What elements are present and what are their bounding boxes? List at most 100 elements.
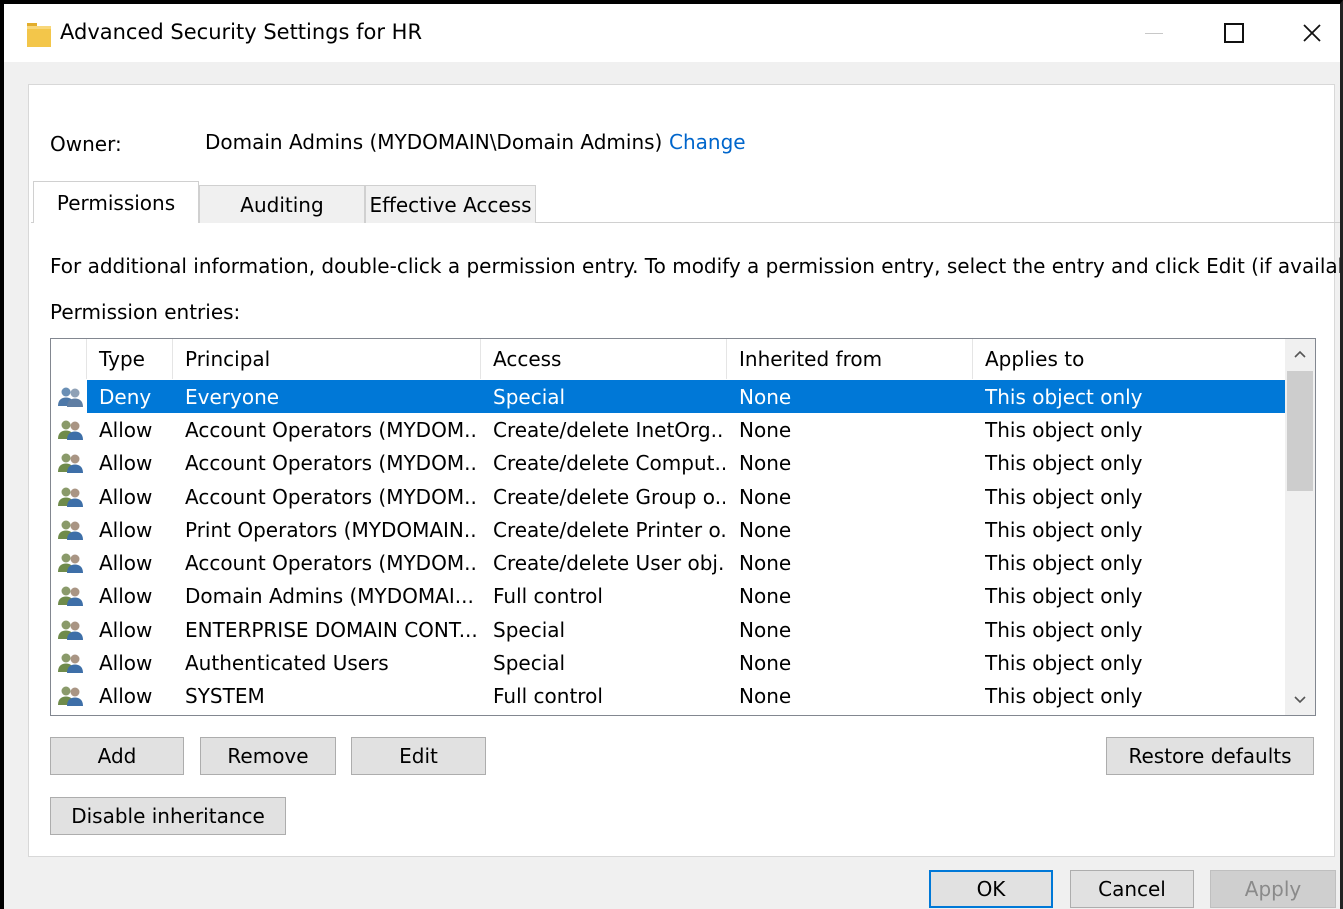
entry-access: Create/delete Comput... [493,451,725,476]
table-row[interactable]: Allow Domain Admins (MYDOMAI... Full con… [51,580,1285,613]
table-row[interactable]: Allow SYSTEM Full control None This obje… [51,680,1285,713]
entry-applies-to: This object only [985,617,1143,642]
ok-button[interactable]: OK [929,870,1053,908]
entry-type: Allow [99,451,153,476]
disable-inheritance-button[interactable]: Disable inheritance [50,797,286,835]
users-group-icon [57,513,87,546]
users-group-icon [57,480,87,513]
entry-principal: Account Operators (MYDOM... [185,484,477,509]
entry-principal: Authenticated Users [185,651,389,676]
users-group-icon [57,613,87,646]
entry-access: Full control [493,584,603,609]
entry-type: Allow [99,584,153,609]
entry-type: Allow [99,484,153,509]
close-button[interactable] [1272,4,1340,62]
restore-defaults-button[interactable]: Restore defaults [1106,737,1314,775]
users-group-icon [57,447,87,480]
title-bar[interactable]: Advanced Security Settings for HR [4,4,1340,62]
chevron-down-icon [1294,696,1306,704]
entry-principal: Everyone [185,384,280,409]
entry-principal: SYSTEM [185,684,265,709]
entry-applies-to: This object only [985,384,1143,409]
entry-applies-to: This object only [985,651,1143,676]
add-button[interactable]: Add [50,737,184,775]
remove-button[interactable]: Remove [200,737,336,775]
entry-type: Deny [99,384,152,409]
entry-type: Allow [99,684,153,709]
column-header-access[interactable]: Access [481,339,727,379]
entry-principal: Domain Admins (MYDOMAI... [185,584,474,609]
column-header-type[interactable]: Type [87,339,173,379]
owner-value: Domain Admins (MYDOMAIN\Domain Admins) [205,130,663,154]
change-owner-link[interactable]: Change [669,130,746,154]
maximize-icon [1224,23,1244,43]
tab-auditing[interactable]: Auditing [199,185,365,223]
apply-button[interactable]: Apply [1210,870,1336,908]
vertical-scrollbar[interactable] [1285,339,1315,715]
column-header-inherited-from[interactable]: Inherited from [727,339,973,379]
column-header-applies-to[interactable]: Applies to [973,339,1285,379]
entry-access: Special [493,617,566,642]
entry-principal: ENTERPRISE DOMAIN CONT... [185,617,477,642]
entry-applies-to: This object only [985,684,1143,709]
entry-inherited-from: None [739,451,792,476]
owner-label: Owner: [50,132,122,156]
users-group-icon [57,646,87,679]
tab-permissions[interactable]: Permissions [33,181,199,223]
users-group-icon [57,380,87,413]
table-row[interactable]: Allow Account Operators (MYDOM... Create… [51,447,1285,480]
edit-button[interactable]: Edit [351,737,486,775]
entry-applies-to: This object only [985,551,1143,576]
entry-inherited-from: None [739,584,792,609]
entry-inherited-from: None [739,517,792,542]
entry-applies-to: This object only [985,584,1143,609]
entry-type: Allow [99,417,153,442]
entry-access: Create/delete InetOrg... [493,417,725,442]
entry-applies-to: This object only [985,484,1143,509]
list-header: Type Principal Access Inherited from App… [51,339,1285,379]
cancel-button[interactable]: Cancel [1070,870,1194,908]
scroll-thumb[interactable] [1287,371,1313,491]
column-header-principal[interactable]: Principal [173,339,481,379]
entry-inherited-from: None [739,417,792,442]
entry-inherited-from: None [739,484,792,509]
entry-type: Allow [99,617,153,642]
users-group-icon [57,680,87,713]
table-row[interactable]: Allow Account Operators (MYDOM... Create… [51,413,1285,446]
entry-inherited-from: None [739,551,792,576]
entry-type: Allow [99,517,153,542]
entry-principal: Account Operators (MYDOM... [185,551,477,576]
entry-access: Special [493,384,566,409]
table-row[interactable]: Allow ENTERPRISE DOMAIN CONT... Special … [51,613,1285,646]
entry-applies-to: This object only [985,451,1143,476]
entry-inherited-from: None [739,384,792,409]
minimize-icon [1145,32,1163,34]
entry-type: Allow [99,551,153,576]
entry-principal: Account Operators (MYDOM... [185,417,477,442]
entry-principal: Print Operators (MYDOMAIN... [185,517,477,542]
users-group-icon [57,546,87,579]
table-row[interactable]: Allow Authenticated Users Special None T… [51,646,1285,679]
permission-entries-list[interactable]: Type Principal Access Inherited from App… [50,338,1316,716]
scroll-up-button[interactable] [1285,339,1315,369]
window-title: Advanced Security Settings for HR [60,20,423,44]
table-row[interactable]: Deny Everyone Special None This object o… [51,380,1285,414]
info-text: For additional information, double-click… [50,254,1343,278]
close-icon [1303,24,1321,42]
entry-inherited-from: None [739,651,792,676]
entry-inherited-from: None [739,617,792,642]
entry-access: Create/delete User obj... [493,551,725,576]
minimize-button[interactable] [1114,4,1194,62]
entry-access: Special [493,651,566,676]
table-row[interactable]: Allow Account Operators (MYDOM... Create… [51,480,1285,513]
scroll-down-button[interactable] [1285,685,1315,715]
table-row[interactable]: Allow Account Operators (MYDOM... Create… [51,546,1285,579]
chevron-up-icon [1294,350,1306,358]
table-row[interactable]: Allow Print Operators (MYDOMAIN... Creat… [51,513,1285,546]
users-group-icon [57,580,87,613]
entry-principal: Account Operators (MYDOM... [185,451,477,476]
security-settings-window: Advanced Security Settings for HR Owner:… [0,0,1343,909]
maximize-button[interactable] [1194,4,1274,62]
tab-effective-access[interactable]: Effective Access [365,185,536,223]
entry-access: Full control [493,684,603,709]
